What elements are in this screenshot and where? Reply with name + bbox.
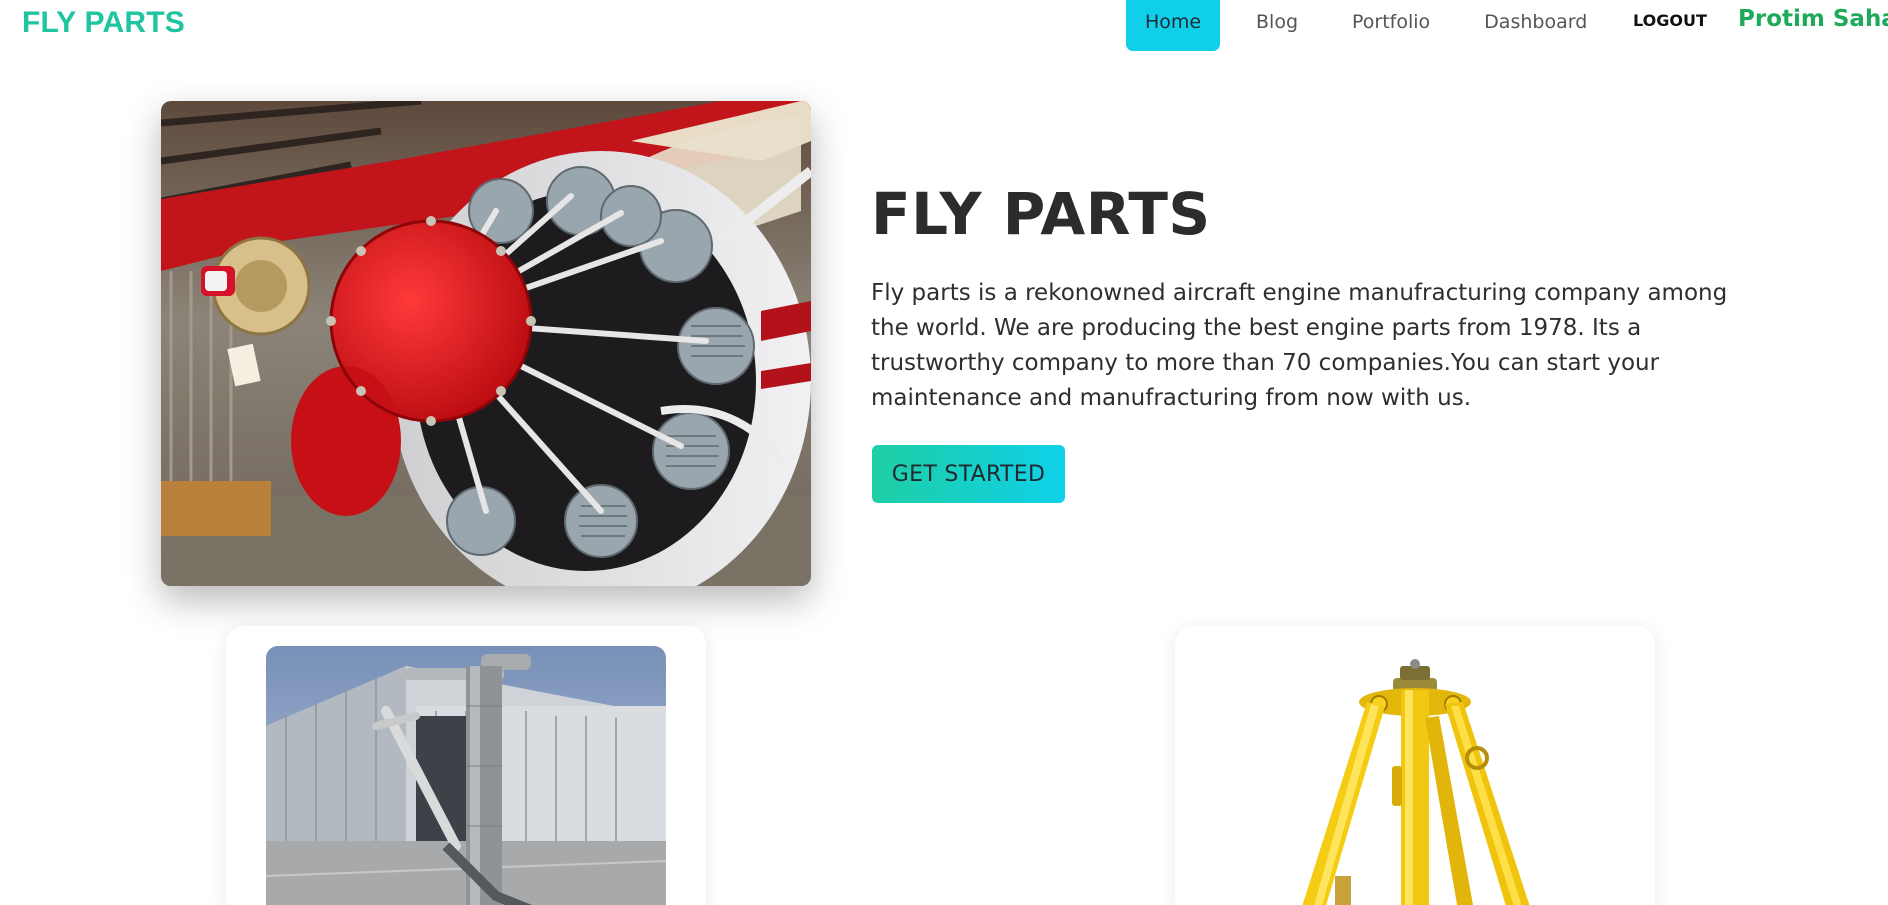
user-name: Protim Saha <box>1738 6 1888 32</box>
product-card[interactable] <box>226 626 706 905</box>
nav-portfolio[interactable]: Portfolio <box>1332 0 1450 51</box>
get-started-button[interactable]: GET STARTED <box>872 445 1065 503</box>
navbar: FLY PARTS Home Blog Portfolio Dashboard … <box>0 0 1888 60</box>
product-card[interactable] <box>1175 626 1655 905</box>
brand-logo[interactable]: FLY PARTS <box>22 6 185 40</box>
hero-engine-image <box>161 101 811 586</box>
nav-links: Home Blog Portfolio Dashboard <box>1126 0 1621 51</box>
hangar-tool-stand-illustration <box>266 646 666 905</box>
nav-dashboard[interactable]: Dashboard <box>1464 0 1607 51</box>
tripod-jack-illustration <box>1215 626 1615 905</box>
nav-blog[interactable]: Blog <box>1236 0 1318 51</box>
hero-title: FLY PARTS <box>871 180 1211 248</box>
nav-home[interactable]: Home <box>1126 0 1220 51</box>
hero-description: Fly parts is a rekonowned aircraft engin… <box>871 280 1728 411</box>
product-image-tripod-jack <box>1215 626 1615 905</box>
logout-button[interactable]: LOGOUT <box>1633 11 1707 30</box>
product-image-hangar-stand <box>266 646 666 905</box>
radial-engine-illustration <box>161 101 811 586</box>
page: FLY PARTS Home Blog Portfolio Dashboard … <box>0 0 1888 905</box>
